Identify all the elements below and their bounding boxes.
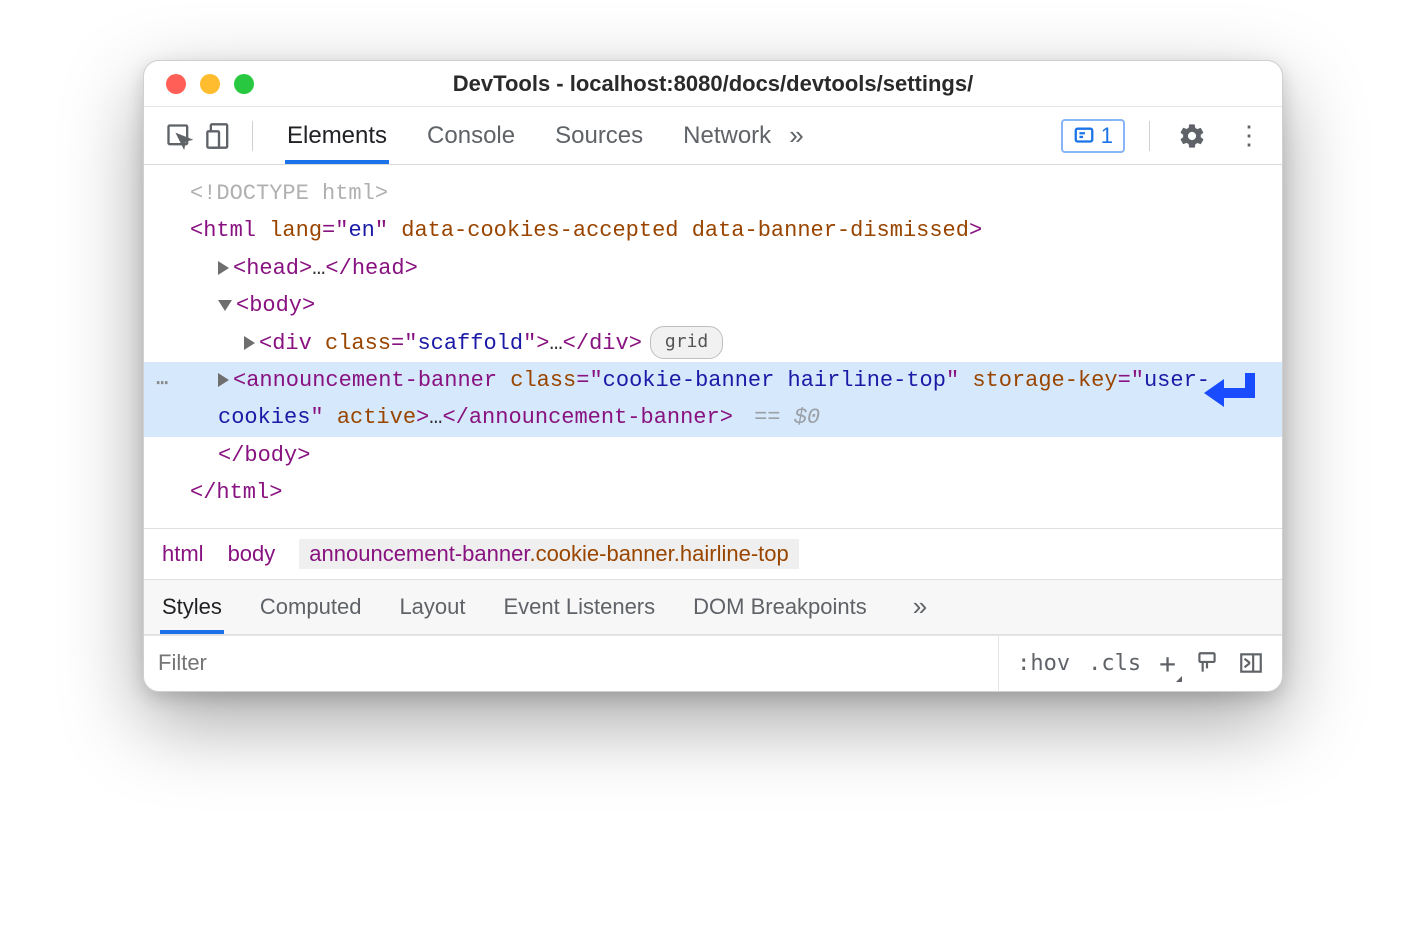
subtab-layout[interactable]: Layout — [397, 580, 467, 634]
cls-toggle[interactable]: .cls — [1088, 651, 1141, 676]
paint-flashing-icon[interactable] — [1194, 650, 1220, 676]
annotation-arrow-icon — [1200, 367, 1260, 419]
expand-icon[interactable] — [244, 336, 255, 350]
main-toolbar: Elements Console Sources Network » 1 ⋮ — [144, 107, 1282, 165]
tab-console[interactable]: Console — [425, 108, 517, 164]
main-tabs: Elements Console Sources Network — [285, 108, 773, 164]
subtab-event-listeners[interactable]: Event Listeners — [502, 580, 658, 634]
settings-icon[interactable] — [1166, 122, 1218, 150]
traffic-lights — [144, 74, 254, 94]
styles-toolbar: :hov .cls + — [144, 635, 1282, 691]
dom-doctype[interactable]: <!DOCTYPE html> — [144, 175, 1282, 212]
titlebar: DevTools - localhost:8080/docs/devtools/… — [144, 61, 1282, 107]
styles-actions: :hov .cls + — [998, 636, 1282, 691]
dom-body-open[interactable]: <body> — [144, 287, 1282, 324]
dom-tree[interactable]: <!DOCTYPE html> <html lang="en" data-coo… — [144, 165, 1282, 528]
expand-icon[interactable] — [218, 261, 229, 275]
grid-badge[interactable]: grid — [650, 326, 723, 359]
breadcrumb-body[interactable]: body — [228, 541, 276, 567]
issues-count: 1 — [1101, 123, 1113, 149]
window-title: DevTools - localhost:8080/docs/devtools/… — [144, 71, 1282, 97]
breadcrumb-html[interactable]: html — [162, 541, 204, 567]
tab-network[interactable]: Network — [681, 108, 773, 164]
dom-selected-node[interactable]: ⋯ <announcement-banner class="cookie-ban… — [144, 362, 1282, 437]
styles-filter-input[interactable] — [144, 638, 998, 688]
dom-html-close[interactable]: </html> — [144, 474, 1282, 511]
breadcrumb-selected[interactable]: announcement-banner.cookie-banner.hairli… — [299, 539, 798, 569]
fullscreen-window-button[interactable] — [234, 74, 254, 94]
tab-sources[interactable]: Sources — [553, 108, 645, 164]
dom-html-open[interactable]: <html lang="en" data-cookies-accepted da… — [144, 212, 1282, 249]
close-window-button[interactable] — [166, 74, 186, 94]
dom-div-scaffold[interactable]: <div class="scaffold">…</div>grid — [144, 325, 1282, 362]
inspect-element-icon[interactable] — [162, 119, 196, 153]
devtools-window: DevTools - localhost:8080/docs/devtools/… — [143, 60, 1283, 692]
device-toolbar-icon[interactable] — [202, 119, 236, 153]
issues-icon — [1073, 125, 1095, 147]
styles-tabs: Styles Computed Layout Event Listeners D… — [144, 580, 1282, 635]
expand-icon[interactable] — [218, 373, 229, 387]
subtab-dom-breakpoints[interactable]: DOM Breakpoints — [691, 580, 869, 634]
dom-body-close[interactable]: </body> — [144, 437, 1282, 474]
tab-elements[interactable]: Elements — [285, 108, 389, 164]
issues-button[interactable]: 1 — [1061, 119, 1125, 153]
subtab-styles[interactable]: Styles — [160, 580, 224, 634]
new-style-rule-icon[interactable]: + — [1159, 647, 1176, 680]
hov-toggle[interactable]: :hov — [1017, 651, 1070, 676]
collapse-icon[interactable] — [218, 300, 232, 311]
breadcrumb: html body announcement-banner.cookie-ban… — [144, 528, 1282, 580]
toolbar-divider — [252, 121, 253, 151]
tabs-overflow-icon[interactable]: » — [779, 120, 813, 151]
subtabs-overflow-icon[interactable]: » — [903, 591, 937, 622]
console-ref: == $0 — [741, 405, 820, 430]
subtab-computed[interactable]: Computed — [258, 580, 364, 634]
toolbar-divider — [1149, 121, 1150, 151]
dom-head[interactable]: <head>…</head> — [144, 250, 1282, 287]
minimize-window-button[interactable] — [200, 74, 220, 94]
computed-panel-toggle-icon[interactable] — [1238, 650, 1264, 676]
more-options-icon[interactable]: ⋮ — [1224, 120, 1274, 151]
gutter-menu-icon[interactable]: ⋯ — [156, 368, 170, 402]
